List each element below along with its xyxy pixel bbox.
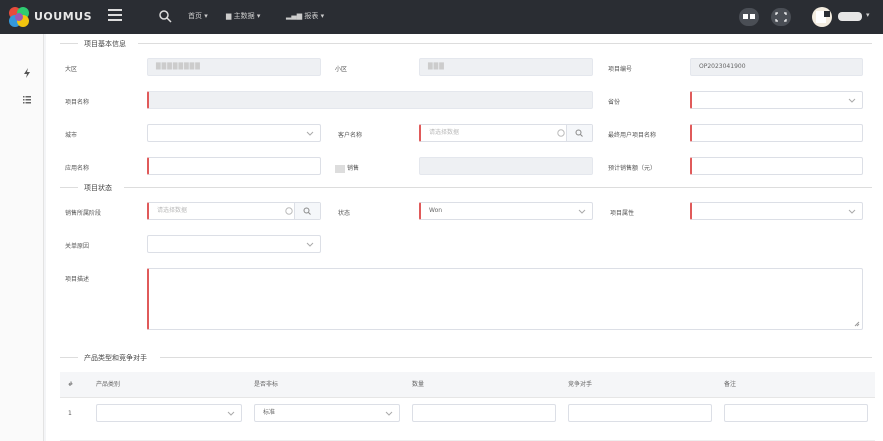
customer-label: 客户名称 [338, 132, 363, 139]
estimated-amount-field[interactable] [690, 157, 863, 175]
fullscreen-icon [775, 12, 787, 22]
search-icon [303, 207, 311, 215]
remarks-field[interactable] [724, 404, 868, 422]
column-header: # [68, 381, 74, 388]
section-title-status: 项目状态 [84, 184, 112, 192]
sales-stage-search-button[interactable] [294, 203, 320, 219]
section-title-basic: 项目基本信息 [84, 40, 126, 48]
project-name-field[interactable] [147, 91, 593, 109]
competitor-field[interactable] [568, 404, 712, 422]
province-label: 省份 [608, 99, 621, 106]
end-user-project-field[interactable] [690, 124, 863, 142]
project-number-field: OP2023041900 [690, 58, 863, 76]
column-header: 数量 [412, 381, 425, 388]
row-index: 1 [68, 410, 72, 417]
project-name-label: 项目名称 [65, 99, 90, 106]
project-attribute-label: 项目属性 [610, 210, 635, 217]
column-header: 备注 [724, 381, 737, 388]
section-title-products: 产品类型和竞争对手 [84, 354, 147, 362]
section-divider [138, 43, 872, 44]
list-icon[interactable] [22, 94, 32, 104]
blurred-text [335, 164, 345, 173]
status-label: 状态 [338, 210, 351, 217]
province-select[interactable] [690, 91, 863, 109]
quantity-field[interactable] [412, 404, 556, 422]
menu-toggle-icon[interactable] [108, 9, 122, 23]
chevron-down-icon[interactable]: ▾ [866, 11, 870, 19]
sales-stage-label: 销售所属阶段 [65, 210, 102, 217]
column-header: 产品类别 [96, 381, 121, 388]
subregion-field: ███ [419, 58, 593, 76]
city-label: 城市 [65, 132, 78, 139]
close-reason-select[interactable] [147, 235, 321, 253]
status-select[interactable]: Won [419, 202, 593, 220]
column-header: 是否非标 [254, 381, 279, 388]
top-bar: UOUMUS 首页 ▾ ▆ 主数据 ▾ ▂▄▆ 报表 ▾ ▾ [0, 0, 883, 34]
user-avatar[interactable] [812, 7, 832, 27]
sales-field [419, 157, 593, 175]
product-competitor-table: # 产品类别 是否非标 数量 竞争对手 备注 1 标准 [60, 372, 875, 441]
chevron-down-icon [848, 98, 856, 103]
section-divider [124, 187, 872, 188]
product-category-select[interactable] [96, 404, 242, 422]
clear-icon[interactable] [557, 129, 565, 137]
application-name-field[interactable] [147, 157, 321, 175]
application-name-label: 应用名称 [65, 165, 90, 172]
close-reason-label: 关单原因 [65, 243, 90, 250]
nonstandard-select[interactable]: 标准 [254, 404, 400, 422]
chevron-down-icon [306, 242, 314, 247]
end-user-project-label: 最终用户项目名称 [608, 132, 657, 139]
screen-mode-button[interactable] [739, 8, 759, 26]
chevron-down-icon [306, 131, 314, 136]
project-attribute-select[interactable] [690, 202, 863, 220]
lightning-icon[interactable] [22, 68, 32, 78]
project-number-label: 项目编号 [608, 66, 633, 73]
nav-reports[interactable]: ▂▄▆ 报表 ▾ [286, 11, 324, 21]
table-header [60, 372, 875, 398]
nav-home[interactable]: 首页 ▾ [188, 11, 208, 21]
estimated-amount-label: 预计销售额（元） [608, 165, 657, 172]
section-divider [60, 357, 78, 358]
search-icon [575, 129, 583, 137]
chevron-down-icon [227, 411, 235, 416]
sales-stage-search-field[interactable]: 请选择数据 [147, 202, 321, 220]
customer-search-button[interactable] [566, 125, 592, 141]
chevron-down-icon [385, 411, 393, 416]
user-name[interactable] [838, 12, 862, 21]
region-label: 大区 [65, 66, 78, 73]
glasses-icon [743, 14, 755, 19]
clear-icon[interactable] [285, 207, 293, 215]
chevron-down-icon [578, 209, 586, 214]
search-icon[interactable] [158, 9, 172, 23]
fullscreen-button[interactable] [771, 8, 791, 26]
city-select[interactable] [147, 124, 321, 142]
sidebar [0, 34, 44, 441]
section-divider [60, 43, 78, 44]
subregion-label: 小区 [335, 66, 348, 73]
app-logo-icon [9, 7, 29, 27]
project-description-label: 项目描述 [65, 276, 90, 283]
nav-master-data[interactable]: ▆ 主数据 ▾ [226, 11, 260, 21]
project-description-textarea[interactable] [147, 268, 863, 330]
column-header: 竞争对手 [568, 381, 593, 388]
sales-label: 销售 [335, 163, 359, 173]
section-divider [160, 357, 872, 358]
brand-name: UOUMUS [34, 10, 93, 23]
resize-handle-icon[interactable] [854, 321, 860, 327]
chevron-down-icon [848, 209, 856, 214]
section-divider [60, 187, 78, 188]
region-field: ████████ [147, 58, 321, 76]
customer-search-field[interactable]: 请选择数据 [419, 124, 593, 142]
